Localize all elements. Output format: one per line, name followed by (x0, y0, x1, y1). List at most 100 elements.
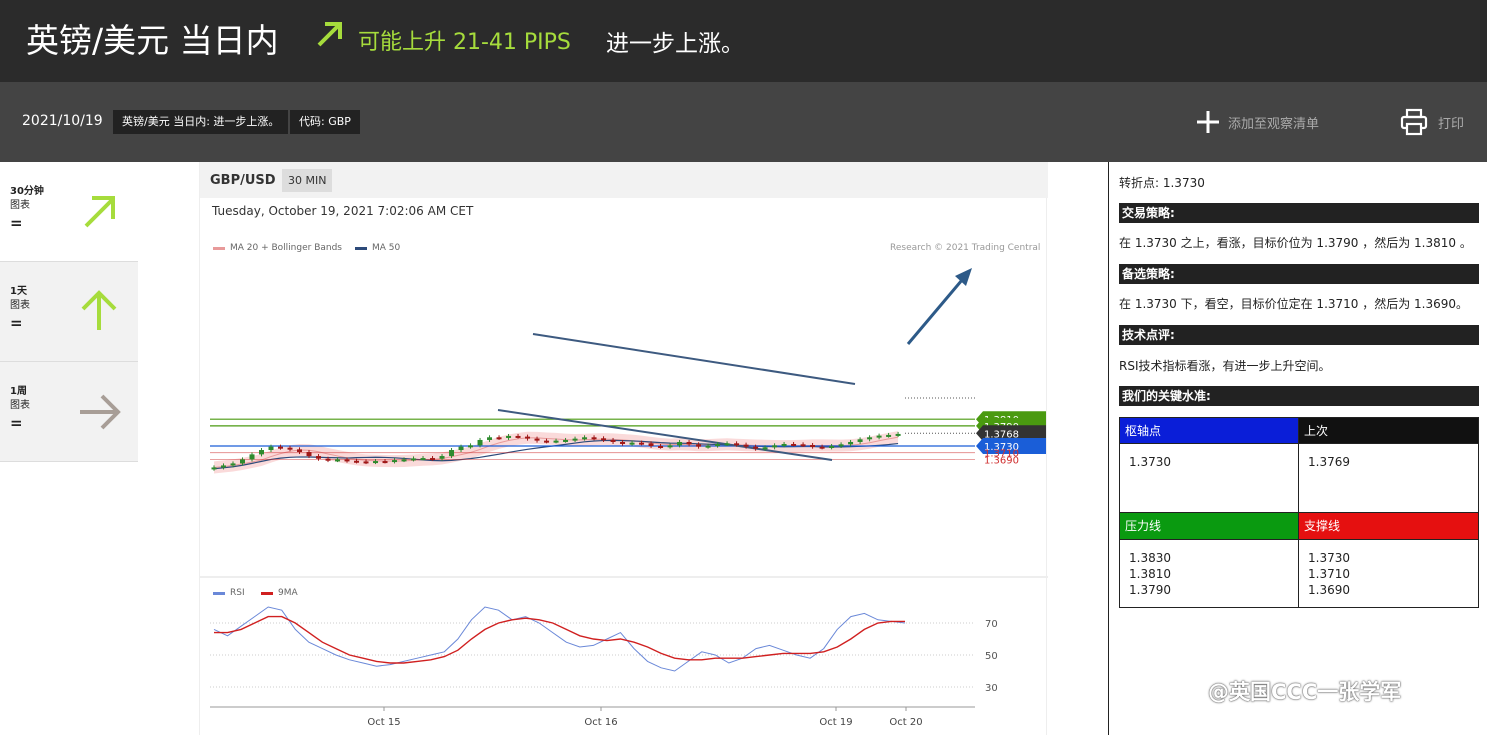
candle-body (411, 458, 417, 461)
timeframe-1week[interactable]: 1周 图表 = (0, 362, 138, 462)
watermark: @英国CCC一张学军 (1208, 680, 1402, 704)
chart-timeframe-badge[interactable]: 30 MIN (282, 169, 333, 192)
analysis-panel: 转折点: 1.3730 交易策略: 在 1.3730 之上，看涨，目标价位为 1… (1108, 162, 1487, 735)
resistance-level: 1.3810 (1129, 567, 1171, 581)
candle-body (838, 444, 844, 447)
candle-body (715, 443, 721, 446)
chart-copyright: Research © 2021 Trading Central (890, 243, 1041, 253)
arrow-up-right-icon (317, 22, 342, 47)
add-to-watchlist-button[interactable]: 添加至观察清单 (1196, 109, 1319, 135)
last-value: 1.3769 (1308, 455, 1350, 469)
candle-body (724, 443, 730, 446)
candle-body (876, 435, 882, 438)
last-header: 上次 (1299, 418, 1478, 444)
candle-body (268, 446, 274, 451)
alt-strategy-text: 在 1.3730 下，看空，目标价位定在 1.3710 ，然后为 1.3690。 (1119, 297, 1469, 311)
candle-body (886, 434, 892, 437)
candle-body (572, 438, 578, 441)
candle-body (705, 445, 711, 448)
candle-body (686, 441, 692, 445)
candle-body (582, 437, 588, 440)
strategy-heading: 交易策略: (1119, 203, 1479, 223)
candle-body (230, 463, 236, 466)
candle-body (287, 447, 293, 450)
legend-ma50: MA 50 (355, 243, 400, 253)
candle-body (677, 441, 683, 446)
print-button[interactable]: 打印 (1400, 107, 1464, 137)
candle-body (762, 447, 768, 450)
candle-body (791, 443, 797, 446)
candle-body (601, 438, 607, 441)
legend-swatch (213, 591, 225, 595)
candle-body (344, 459, 350, 462)
candle-body (610, 439, 616, 442)
info-bar: 2021/10/19 英镑/美元 当日内: 进一步上涨。 代码: GBP 添加至… (0, 82, 1487, 162)
resistance-header: 压力线 (1120, 513, 1298, 539)
timeframe-status: = (10, 314, 23, 332)
candle-body (544, 440, 550, 443)
candle-body (449, 450, 455, 457)
rsi-tick-label: 30 (985, 683, 998, 694)
candle-body (487, 437, 493, 440)
candle-body (506, 435, 512, 438)
candle-body (525, 436, 531, 439)
candle-body (895, 433, 901, 436)
candle-body (553, 440, 559, 443)
candle-body (335, 459, 341, 462)
x-tick-label: Oct 15 (367, 717, 400, 728)
candle-body (563, 439, 569, 442)
candle-body (211, 467, 217, 470)
page-title: 英镑/美元 当日内 (26, 21, 279, 60)
arrow-right-icon (80, 394, 121, 430)
timeframe-sub: 图表 (10, 400, 30, 411)
title-tag: 英镑/美元 当日内: 进一步上涨。 (113, 110, 289, 134)
arrow-up-right-icon (84, 196, 115, 228)
table-divider (1120, 512, 1478, 513)
candle-body (382, 461, 388, 464)
rsi-tick-label: 70 (985, 619, 998, 630)
candle-body (639, 442, 645, 445)
legend-ma20: MA 20 + Bollinger Bands (213, 243, 342, 253)
timeframe-name: 1天 (10, 286, 27, 297)
chart-pair: GBP/USD (210, 173, 276, 188)
candle-body (240, 459, 246, 464)
candle-body (316, 456, 322, 459)
candle-body (221, 465, 227, 468)
tech-comment-text: RSI技术指标看涨，有进一步上升空间。 (1119, 359, 1331, 373)
timeframe-status: = (10, 214, 23, 232)
candle-body (848, 441, 854, 445)
legend-label: MA 50 (372, 243, 401, 253)
candle-body (477, 439, 483, 446)
trend-forecast: 可能上升 21-41 PIPS (358, 30, 571, 55)
key-levels-table: 枢轴点 上次 1.3730 1.3769 压力线 支撑线 1.3830 1.38… (1119, 417, 1479, 608)
candle-body (496, 437, 502, 440)
legend-swatch (261, 591, 273, 595)
timeframe-1day[interactable]: 1天 图表 = (0, 262, 138, 362)
timeframe-30min[interactable]: 30分钟 图表 = (0, 162, 138, 262)
candle-body (667, 445, 673, 448)
plus-icon (1197, 111, 1219, 133)
legend-rsi-ma: 9MA (261, 588, 298, 598)
candle-body (734, 443, 740, 446)
key-levels-heading: 我们的关键水准: (1119, 386, 1479, 406)
support-header: 支撑线 (1299, 513, 1478, 539)
legend-label: RSI (230, 588, 245, 598)
chart-header: GBP/USD 30 MIN (200, 162, 1048, 198)
table-divider (1120, 443, 1478, 444)
strategy-text: 在 1.3730 之上，看涨，目标价位为 1.3790 ，然后为 1.3810 … (1119, 236, 1472, 250)
candle-body (696, 444, 702, 447)
candle-body (297, 449, 303, 453)
arrow-up-icon (81, 290, 117, 330)
candle-body (629, 442, 635, 445)
candle-body (420, 458, 426, 461)
legend-swatch (355, 246, 367, 250)
resistance-values: 1.3830 1.3810 1.3790 (1120, 540, 1298, 598)
candle-body (591, 437, 597, 440)
timeframe-name: 1周 (10, 386, 27, 397)
candle-body (373, 461, 379, 464)
support-level: 1.3690 (1308, 583, 1350, 597)
timeframe-sub: 图表 (10, 300, 30, 311)
candle-body (534, 438, 540, 441)
projection-arrow (906, 279, 964, 345)
candle-body (306, 452, 312, 457)
